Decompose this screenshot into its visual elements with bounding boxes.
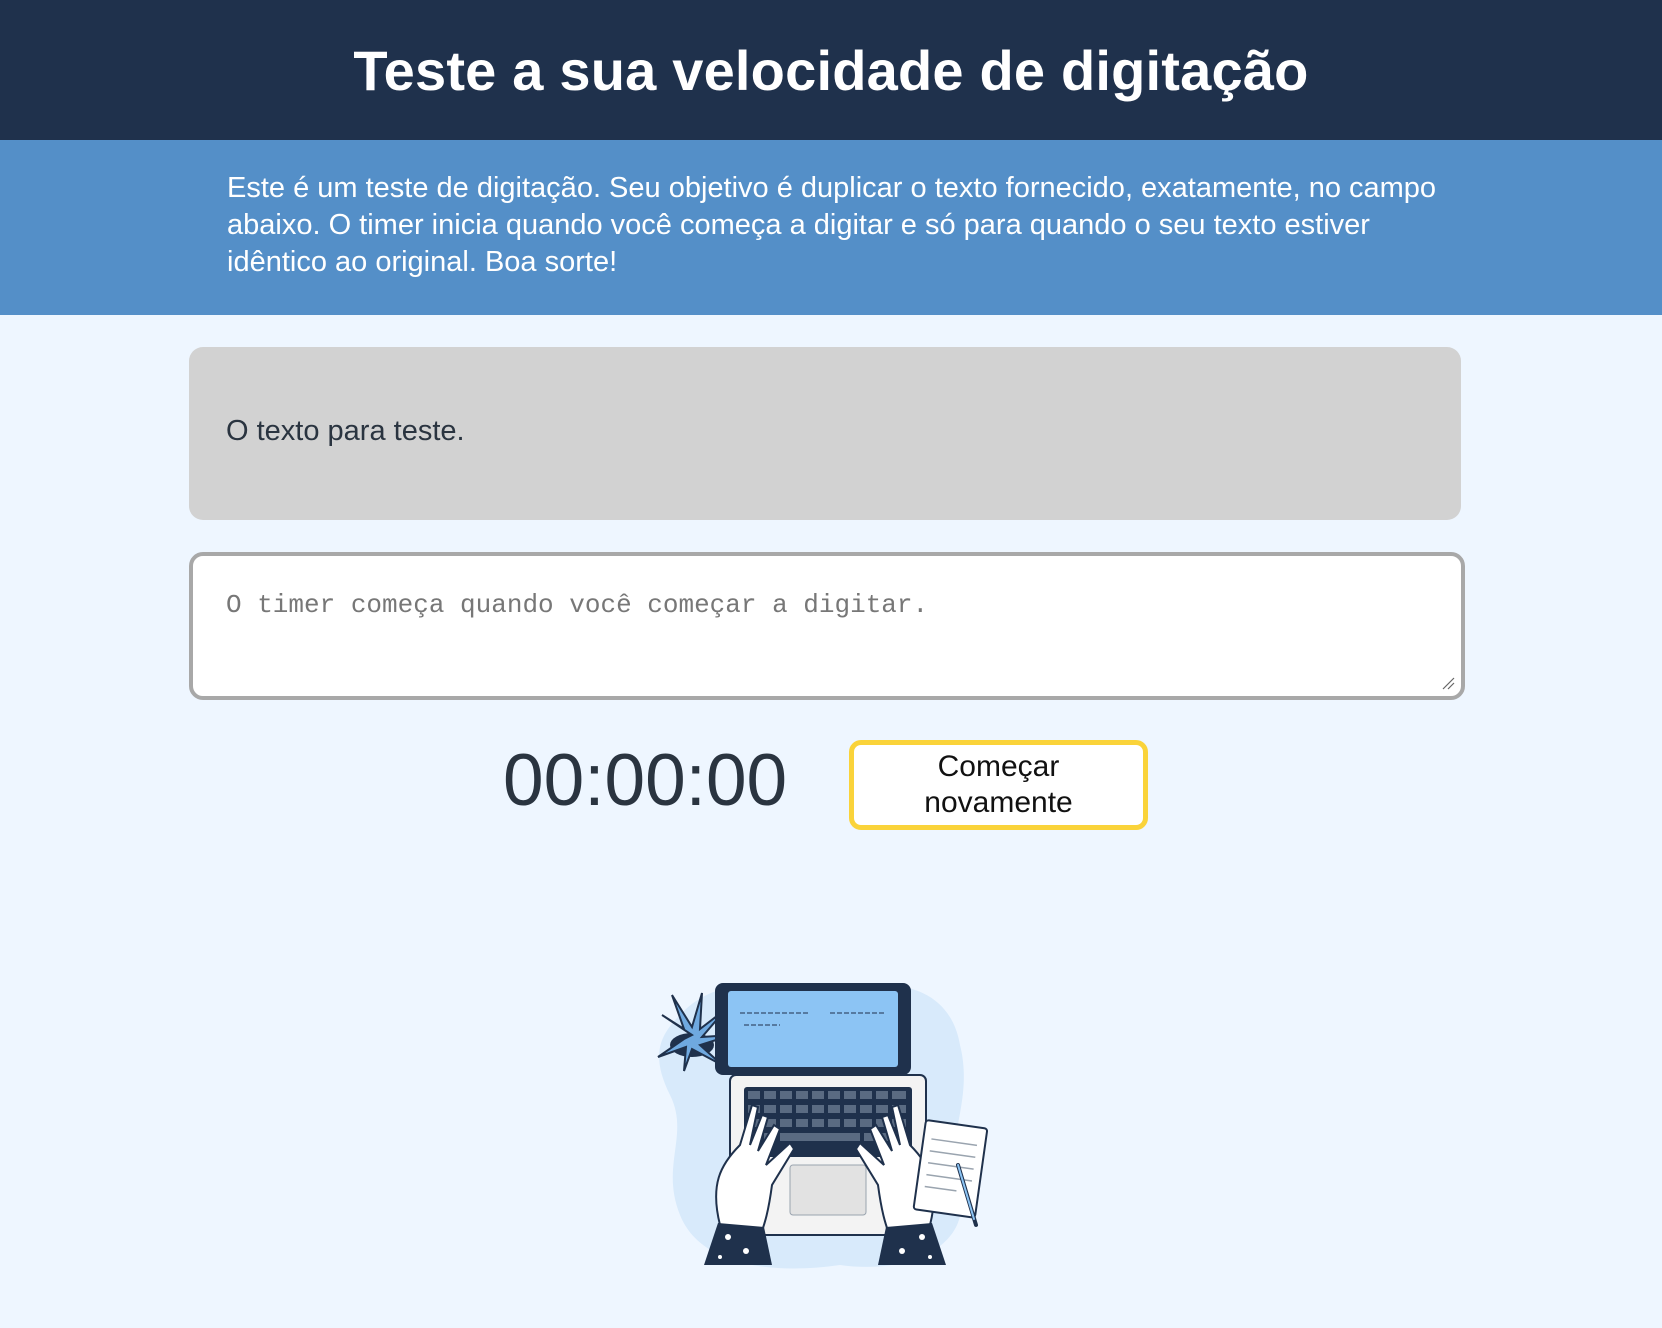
typing-input[interactable] — [193, 556, 1461, 696]
page-header: Teste a sua velocidade de digitação — [0, 0, 1662, 140]
page-title: Teste a sua velocidade de digitação — [353, 38, 1309, 102]
resize-handle-icon[interactable] — [1441, 676, 1455, 690]
origin-text-box: O texto para teste. — [189, 347, 1461, 520]
intro-text: Este é um teste de digitação. Seu objeti… — [227, 172, 1437, 278]
intro-banner: Este é um teste de digitação. Seu objeti… — [0, 140, 1662, 315]
typing-area-wrapper — [189, 552, 1465, 700]
laptop-typing-illustration-icon — [657, 983, 989, 1269]
timer-display: 00:00:00 — [503, 740, 788, 821]
restart-button[interactable]: Começar novamente — [849, 740, 1148, 830]
page: Teste a sua velocidade de digitação Este… — [0, 0, 1662, 1328]
origin-text: O texto para teste. — [226, 415, 465, 447]
